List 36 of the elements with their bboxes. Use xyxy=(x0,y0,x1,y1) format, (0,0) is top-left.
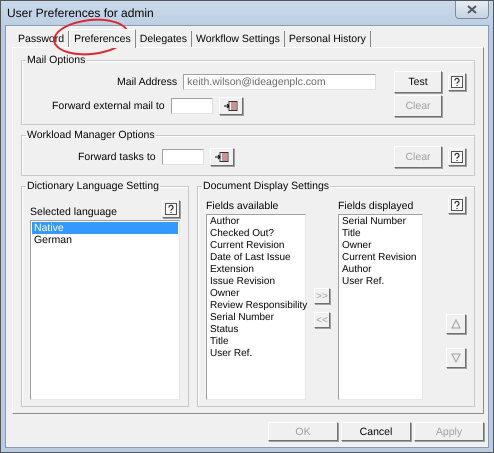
field-item[interactable]: Date of Last Issue xyxy=(208,252,304,264)
available-fields-list[interactable]: Author Checked Out? Current Revision Date of Last Issue Extension Issue Revision Owner Review Responsibility Serial Number Status Title User Ref. xyxy=(206,214,306,400)
field-item[interactable]: Current Revision xyxy=(208,240,304,252)
field-item[interactable]: Current Revision xyxy=(340,252,420,264)
field-item[interactable]: Author xyxy=(208,216,304,228)
field-item[interactable]: Serial Number xyxy=(208,312,304,324)
field-item[interactable]: Owner xyxy=(340,240,420,252)
list-label: Fields available xyxy=(206,200,278,212)
field-item[interactable]: Title xyxy=(208,336,304,348)
window-title: User Preferences for admin xyxy=(7,6,154,20)
group-title: Dictionary Language Setting xyxy=(26,180,160,192)
field-item[interactable]: Owner xyxy=(208,288,304,300)
field-item[interactable]: Author xyxy=(340,264,420,276)
list-label: Selected language xyxy=(30,206,117,218)
field-item[interactable]: Checked Out? xyxy=(208,228,304,240)
mail-address-field[interactable]: keith.wilson@ideagenplc.com xyxy=(183,74,376,90)
displayed-fields-list[interactable]: Serial Number Title Owner Current Revision Author User Ref. xyxy=(338,214,422,400)
group-title: Mail Options xyxy=(26,54,86,66)
list-label: Fields displayed xyxy=(338,200,414,212)
field-item[interactable]: Serial Number xyxy=(340,216,420,228)
group-title: Document Display Settings xyxy=(202,180,330,192)
field-label: Mail Address xyxy=(117,76,178,88)
field-item[interactable]: Status xyxy=(208,324,304,336)
field-label: Forward tasks to xyxy=(78,151,156,163)
field-label: Forward external mail to xyxy=(52,100,165,112)
field-item[interactable]: User Ref. xyxy=(208,348,304,360)
test-button[interactable]: Test xyxy=(394,71,442,93)
dialog-button[interactable]: Cancel xyxy=(341,422,411,441)
tab[interactable]: Preferences xyxy=(69,29,136,48)
field-item[interactable]: User Ref. xyxy=(340,276,420,288)
field-item[interactable]: Extension xyxy=(208,264,304,276)
language-list[interactable]: Native German xyxy=(30,220,180,400)
field-item[interactable]: Issue Revision xyxy=(208,276,304,288)
language-item[interactable]: German xyxy=(32,234,178,246)
group-title: Workload Manager Options xyxy=(26,129,156,141)
field-item[interactable]: Title xyxy=(340,228,420,240)
